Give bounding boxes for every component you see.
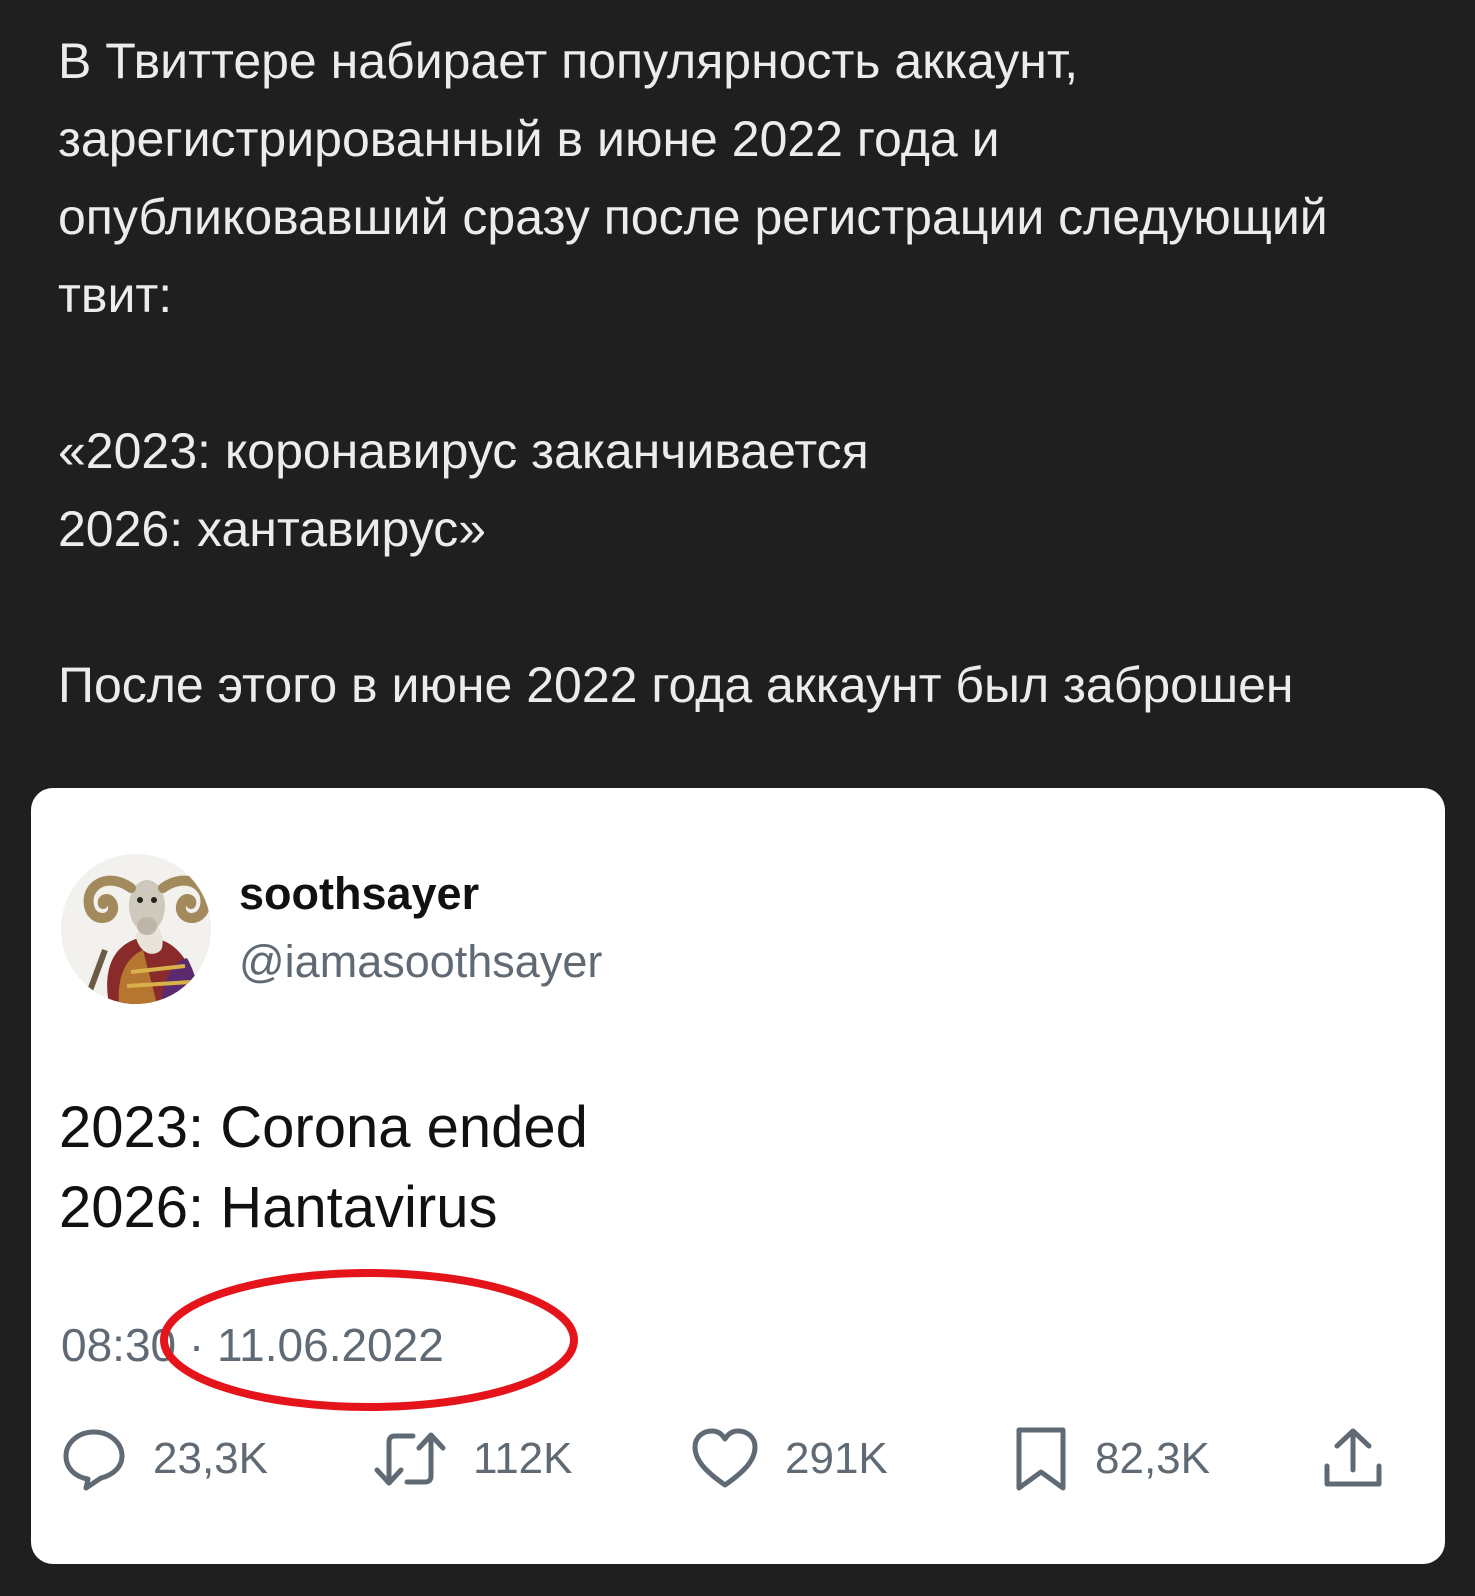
tweet-line: 2026: Hantavirus: [59, 1175, 498, 1240]
share-button[interactable]: [1321, 1424, 1385, 1494]
post-line: опубликовавший сразу после регистрации с…: [58, 189, 1328, 245]
share-icon: [1321, 1426, 1385, 1492]
tweet-timestamp[interactable]: 08:30 · 11.06.2022: [61, 1318, 444, 1372]
retweet-button[interactable]: 112K: [373, 1424, 573, 1494]
reply-button[interactable]: 23,3K: [61, 1424, 268, 1494]
reply-icon: [61, 1426, 127, 1492]
display-name[interactable]: soothsayer: [239, 868, 479, 920]
username-handle[interactable]: @iamasoothsayer: [239, 936, 602, 988]
retweet-count: 112K: [473, 1434, 573, 1483]
retweet-icon: [373, 1426, 447, 1492]
post-line: твит:: [58, 267, 173, 323]
heart-icon: [691, 1427, 759, 1491]
ram-character-avatar-icon: [61, 854, 211, 1004]
tweet-body: 2023: Corona ended 2026: Hantavirus: [59, 1088, 588, 1248]
bookmark-button[interactable]: 82,3K: [1013, 1424, 1210, 1494]
tweet-screenshot-card: soothsayer @iamasoothsayer 2023: Corona …: [31, 788, 1445, 1564]
post-line: После этого в июне 2022 года аккаунт был…: [58, 657, 1294, 713]
post-text: В Твиттере набирает популярность аккаунт…: [58, 22, 1448, 724]
quote-line: «2023: коронавирус заканчивается: [58, 423, 869, 479]
bookmark-count: 82,3K: [1095, 1434, 1210, 1483]
like-count: 291K: [785, 1434, 888, 1483]
quote-line: 2026: хантавирус»: [58, 501, 487, 557]
bookmark-icon: [1013, 1426, 1069, 1492]
post-line: В Твиттере набирает популярность аккаунт…: [58, 33, 1079, 89]
reply-count: 23,3K: [153, 1434, 268, 1483]
like-button[interactable]: 291K: [691, 1424, 888, 1494]
avatar[interactable]: [61, 854, 211, 1004]
tweet-line: 2023: Corona ended: [59, 1095, 588, 1160]
post-line: зарегистрированный в июне 2022 года и: [58, 111, 1000, 167]
